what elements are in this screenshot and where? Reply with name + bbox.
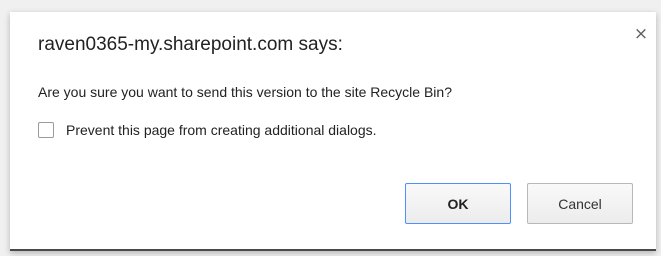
dialog-title: raven0365-my.sharepoint.com says: [38,34,343,55]
prevent-dialogs-option[interactable]: Prevent this page from creating addition… [38,120,377,140]
dialog-message: Are you sure you want to send this versi… [38,84,452,100]
prevent-dialogs-checkbox[interactable] [38,122,54,138]
cancel-button[interactable]: Cancel [527,183,633,224]
prevent-dialogs-label: Prevent this page from creating addition… [66,122,377,138]
ok-button[interactable]: OK [405,183,511,224]
confirm-dialog: × raven0365-my.sharepoint.com says: Are … [10,12,656,251]
close-icon[interactable]: × [632,25,650,43]
